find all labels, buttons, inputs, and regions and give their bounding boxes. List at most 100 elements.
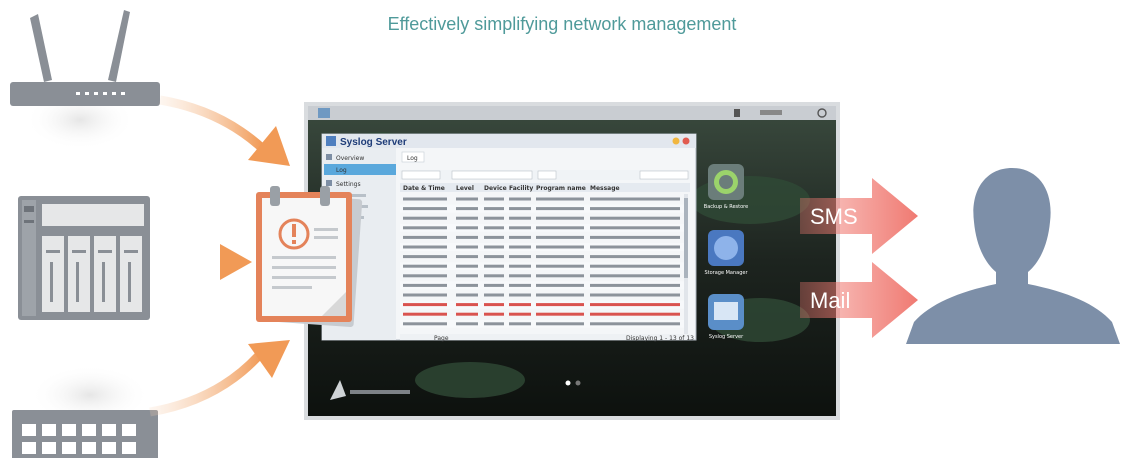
table-cell — [403, 283, 447, 287]
table-cell — [484, 197, 504, 201]
table-cell — [403, 312, 447, 316]
nas-server-icon — [18, 196, 150, 320]
svg-text:Level: Level — [456, 185, 474, 192]
table-cell — [590, 235, 680, 239]
table-cell — [509, 245, 531, 249]
table-cell — [590, 293, 680, 297]
svg-text:Facility: Facility — [509, 185, 533, 192]
table-cell — [484, 312, 504, 316]
user-silhouette-icon — [906, 168, 1120, 344]
table-cell — [509, 235, 531, 239]
table-cell — [509, 303, 531, 307]
svg-text:SMS: SMS — [810, 204, 858, 229]
window-title: Syslog Server — [340, 137, 407, 148]
table-cell — [456, 197, 478, 201]
svg-text:Mail: Mail — [810, 288, 850, 313]
table-cell — [403, 274, 447, 278]
svg-text:Message: Message — [590, 185, 620, 192]
table-cell — [456, 312, 478, 316]
table-cell — [536, 283, 584, 287]
table-cell — [484, 235, 504, 239]
table-cell — [536, 293, 584, 297]
table-cell — [536, 245, 584, 249]
table-cell — [484, 245, 504, 249]
table-cell — [536, 255, 584, 259]
table-cell — [403, 255, 447, 259]
table-cell — [456, 226, 478, 230]
desktop-icon-syslog-server[interactable]: Syslog Server — [708, 294, 744, 340]
router-icon — [10, 10, 160, 150]
table-cell — [509, 207, 531, 211]
desktop-icon-storage-manager[interactable]: Storage Manager — [704, 230, 748, 276]
minimize-icon[interactable] — [672, 137, 680, 145]
table-cell — [484, 293, 504, 297]
table-cell — [456, 245, 478, 249]
table-cell — [484, 264, 504, 268]
table-cell — [509, 274, 531, 278]
table-cell — [509, 197, 531, 201]
network-switch-icon — [12, 365, 158, 458]
table-cell — [484, 274, 504, 278]
table-cell — [590, 274, 680, 278]
svg-text:Program name: Program name — [536, 185, 586, 192]
table-cell — [536, 312, 584, 316]
table-cell — [456, 264, 478, 268]
table-cell — [509, 312, 531, 316]
log-table — [400, 197, 684, 328]
table-cell — [536, 226, 584, 230]
svg-text:Backup & Restore: Backup & Restore — [704, 204, 748, 210]
table-cell — [590, 216, 680, 220]
svg-text:Overview: Overview — [336, 155, 364, 162]
table-cell — [456, 283, 478, 287]
table-cell — [484, 207, 504, 211]
table-cell — [403, 303, 447, 307]
table-cell — [590, 197, 680, 201]
table-cell — [509, 255, 531, 259]
table-cell — [536, 322, 584, 326]
table-cell — [456, 274, 478, 278]
sidebar-item-log[interactable]: Log — [324, 164, 396, 175]
nas-desktop-screenshot: Backup & Restore Storage Manager Syslog … — [304, 102, 840, 420]
table-cell — [484, 322, 504, 326]
svg-text:Date & Time: Date & Time — [403, 185, 445, 192]
table-cell — [536, 216, 584, 220]
table-cell — [456, 293, 478, 297]
table-cell — [403, 207, 447, 211]
table-cell — [536, 235, 584, 239]
table-cell — [590, 283, 680, 287]
table-cell — [509, 216, 531, 220]
table-cell — [536, 207, 584, 211]
table-cell — [536, 264, 584, 268]
table-cell — [456, 255, 478, 259]
svg-text:Log: Log — [407, 155, 418, 162]
table-cell — [536, 274, 584, 278]
table-cell — [484, 216, 504, 220]
table-cell — [403, 216, 447, 220]
table-cell — [403, 322, 447, 326]
table-cell — [590, 245, 680, 249]
table-cell — [484, 226, 504, 230]
table-cell — [403, 197, 447, 201]
table-cell — [590, 207, 680, 211]
table-cell — [456, 207, 478, 211]
svg-text:Device: Device — [484, 185, 507, 192]
table-cell — [484, 283, 504, 287]
table-cell — [536, 197, 584, 201]
table-cell — [509, 322, 531, 326]
table-cell — [590, 255, 680, 259]
table-cell — [536, 303, 584, 307]
table-cell — [403, 293, 447, 297]
table-cell — [484, 303, 504, 307]
svg-text:Settings: Settings — [336, 181, 361, 188]
close-icon[interactable] — [682, 137, 690, 145]
diagram-canvas: Backup & Restore Storage Manager Syslog … — [10, 10, 1120, 458]
svg-text:Syslog Server: Syslog Server — [709, 334, 744, 340]
table-cell — [509, 264, 531, 268]
table-cell — [403, 245, 447, 249]
table-cell — [403, 264, 447, 268]
svg-text:Log: Log — [336, 167, 347, 174]
desktop-icon-backup-restore[interactable]: Backup & Restore — [704, 164, 748, 210]
table-cell — [456, 303, 478, 307]
svg-text:Page: Page — [434, 335, 449, 342]
table-cell — [456, 235, 478, 239]
